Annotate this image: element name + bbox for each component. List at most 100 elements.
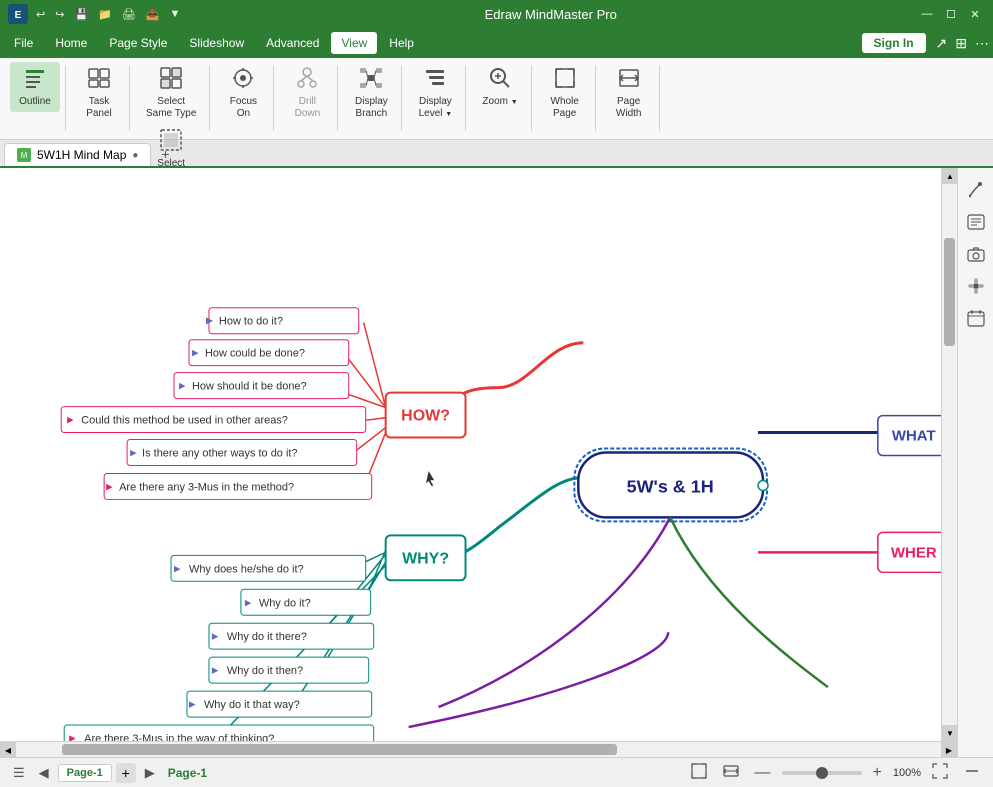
scroll-v-track[interactable]	[942, 184, 957, 725]
camera-panel-icon[interactable]	[962, 240, 990, 268]
svg-text:Are there any 3-Mus in the met: Are there any 3-Mus in the method?	[119, 481, 294, 493]
print-btn[interactable]: 🖨	[118, 6, 140, 23]
title-bar: E ↩ ↪ 💾 📁 🖨 📤 ▼ Edraw MindMaster Pro — ☐…	[0, 0, 993, 28]
sidebar-toggle-btn[interactable]: ☰	[8, 762, 30, 784]
svg-text:▸: ▸	[212, 628, 219, 643]
tab-close-btn[interactable]: ●	[132, 150, 138, 161]
menu-help[interactable]: Help	[379, 32, 424, 54]
page-tab-display[interactable]: Page-1	[58, 764, 112, 782]
drill-down-button[interactable]: Drill Down	[282, 62, 332, 124]
undo-btn[interactable]: ↩	[32, 6, 49, 23]
scroll-down-btn[interactable]: ▼	[942, 725, 958, 741]
svg-text:Why do it?: Why do it?	[259, 597, 311, 609]
svg-text:Could this method be used in o: Could this method be used in other areas…	[81, 415, 288, 427]
horizontal-scrollbar[interactable]: ◀ ▶	[0, 741, 957, 757]
minimize-btn[interactable]: —	[917, 4, 937, 24]
display-level-button[interactable]: Display Level ▼	[410, 62, 460, 124]
export-btn[interactable]: 📤	[142, 6, 164, 23]
menu-home[interactable]: Home	[45, 32, 97, 54]
sign-in-button[interactable]: Sign In	[862, 33, 926, 53]
app-logo: E	[8, 4, 28, 24]
close-btn[interactable]: ✕	[965, 4, 985, 24]
calendar-panel-icon[interactable]	[962, 304, 990, 332]
brush-panel-icon[interactable]	[962, 176, 990, 204]
fit-width-btn[interactable]	[718, 760, 744, 785]
page-width-label: Page Width	[616, 96, 642, 120]
whole-page-button[interactable]: Whole Page	[540, 62, 590, 124]
scroll-v-thumb[interactable]	[944, 238, 955, 346]
task-panel-button[interactable]: Task Panel	[74, 62, 124, 124]
zoom-out-btn[interactable]: —	[750, 761, 776, 785]
menu-right-icons: ↗ ⊞ ⋯	[936, 35, 989, 52]
apps-icon[interactable]: ⋯	[975, 35, 989, 52]
menu-file[interactable]: File	[4, 32, 43, 54]
svg-text:Why do it there?: Why do it there?	[227, 631, 307, 643]
select-same-type-button[interactable]: Select Same Type	[138, 62, 204, 124]
ribbon-group-drill: Drill Down	[276, 58, 338, 139]
qa-more-btn[interactable]: ▼	[166, 6, 185, 22]
outline-icon	[23, 66, 47, 94]
display-level-label: Display Level ▼	[419, 96, 453, 120]
zoom-in-btn[interactable]: +	[868, 761, 887, 785]
select-same-type-icon	[159, 66, 183, 94]
list-panel-icon[interactable]	[962, 208, 990, 236]
display-level-icon	[423, 66, 447, 94]
share-icon[interactable]: ↗	[936, 35, 948, 52]
scroll-left-btn[interactable]: ◀	[0, 742, 16, 758]
status-left: ☰ ◀ Page-1 + ▶ Page-1	[8, 762, 207, 784]
menu-advanced[interactable]: Advanced	[256, 32, 329, 54]
fullscreen-btn[interactable]	[927, 760, 953, 785]
zoom-icon	[488, 66, 512, 94]
svg-text:▸: ▸	[245, 594, 252, 609]
title-bar-left: E ↩ ↪ 💾 📁 🖨 📤 ▼	[8, 4, 184, 24]
redo-btn[interactable]: ↪	[51, 6, 68, 23]
display-branch-button[interactable]: Display Branch	[346, 62, 396, 124]
zoom-slider: — +	[750, 761, 887, 785]
tab-label: 5W1H Mind Map	[37, 148, 126, 162]
flower-panel-icon[interactable]	[962, 272, 990, 300]
page-width-button[interactable]: Page Width	[604, 62, 654, 124]
minimize-view-btn[interactable]	[959, 760, 985, 785]
status-bar: ☰ ◀ Page-1 + ▶ Page-1	[0, 757, 993, 787]
add-page-btn[interactable]: +	[116, 763, 136, 783]
focus-on-button[interactable]: Focus On	[218, 62, 268, 124]
maximize-btn[interactable]: ☐	[941, 4, 961, 24]
right-panel	[957, 168, 993, 757]
ribbon-group-page-width: Page Width	[598, 58, 660, 139]
scroll-right-btn[interactable]: ▶	[941, 742, 957, 758]
prev-page-btn[interactable]: ◀	[34, 762, 54, 784]
scroll-up-btn[interactable]: ▲	[942, 168, 958, 184]
svg-text:▸: ▸	[212, 662, 219, 677]
fit-page-btn[interactable]	[686, 760, 712, 785]
next-page-btn[interactable]: ▶	[140, 762, 160, 784]
tab-5w1h[interactable]: M 5W1H Mind Map ●	[4, 143, 151, 166]
menu-slideshow[interactable]: Slideshow	[179, 32, 254, 54]
drill-down-label: Drill Down	[295, 96, 321, 120]
canvas[interactable]: HOW? How to do it? ▸ How could be done? …	[0, 168, 957, 757]
zoom-percent-label: 100%	[893, 767, 921, 779]
zoom-label: Zoom ▼	[482, 96, 517, 108]
vertical-scrollbar[interactable]: ▲ ▼	[941, 168, 957, 741]
whole-page-label: Whole Page	[551, 96, 579, 120]
ribbon-group-branch: Display Branch	[340, 58, 402, 139]
ribbon-group-level: Display Level ▼	[404, 58, 466, 139]
menu-view[interactable]: View	[331, 32, 377, 54]
svg-text:▸: ▸	[106, 478, 113, 493]
svg-text:▸: ▸	[130, 445, 137, 460]
focus-on-icon	[231, 66, 255, 94]
zoom-thumb[interactable]	[816, 767, 828, 779]
scroll-h-thumb[interactable]	[62, 744, 617, 755]
svg-text:▸: ▸	[174, 560, 181, 575]
zoom-track[interactable]	[782, 771, 862, 775]
outline-button[interactable]: Outline	[10, 62, 60, 112]
save-btn[interactable]: 💾	[70, 6, 92, 23]
app-title: Edraw MindMaster Pro	[485, 7, 617, 22]
zoom-button[interactable]: Zoom ▼	[474, 62, 525, 112]
open-btn[interactable]: 📁	[94, 6, 116, 23]
display-branch-icon	[359, 66, 383, 94]
tab-icon: M	[17, 148, 31, 162]
collab-icon[interactable]: ⊞	[955, 35, 967, 52]
select-same-type-label: Select Same Type	[146, 96, 196, 120]
menu-page-style[interactable]: Page Style	[99, 32, 177, 54]
scroll-h-track[interactable]	[16, 742, 941, 757]
